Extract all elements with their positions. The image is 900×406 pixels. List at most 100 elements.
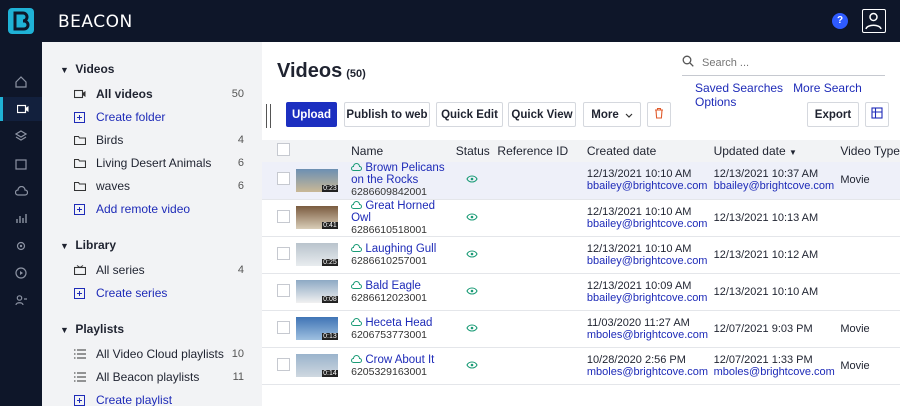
playlists-section-header[interactable]: ▼ Playlists (60, 322, 124, 336)
calendar-icon[interactable] (0, 152, 42, 176)
created-by-link[interactable]: bbailey@brightcove.com (587, 292, 714, 304)
eye-icon (466, 212, 478, 224)
table-row[interactable]: 0:13 Heceta Head 6206753773001 11/03/2020 … (262, 310, 900, 348)
library-section-header[interactable]: ▼ Library (60, 238, 116, 252)
chevron-down-icon: ▼ (60, 65, 69, 75)
analytics-icon[interactable] (0, 206, 42, 230)
row-checkbox[interactable] (262, 273, 296, 311)
updated-by-link[interactable]: mboles@brightcove.com (714, 366, 841, 378)
quick-view-button[interactable]: Quick View (508, 102, 576, 127)
plus-box-icon (74, 203, 96, 215)
video-thumbnail[interactable]: 0:08 (295, 273, 352, 311)
more-dropdown-button[interactable]: More (583, 102, 641, 127)
video-name-link[interactable]: Bald Eagle (351, 280, 456, 292)
sidebar-item-all-series[interactable]: All series 4 (74, 260, 244, 280)
column-header-created-date[interactable]: Created date (586, 140, 714, 162)
publish-to-web-button[interactable]: Publish to web (344, 102, 430, 127)
video-name-link[interactable]: Crow About It (351, 354, 456, 366)
play-circle-icon[interactable] (0, 261, 42, 285)
video-name-link[interactable]: Laughing Gull (351, 243, 456, 255)
video-thumbnail[interactable]: 0:14 (295, 347, 352, 385)
folder-icon (74, 181, 96, 191)
sidebar-item-label: Create folder (96, 110, 166, 124)
sidebar-item-label: All series (96, 263, 145, 277)
created-by-link[interactable]: bbailey@brightcove.com (587, 180, 714, 192)
plus-box-icon (74, 111, 96, 123)
created-by-link[interactable]: mboles@brightcove.com (587, 366, 714, 378)
main-content: Videos(50) Saved SearchesMore Search Opt… (262, 42, 900, 406)
column-header-updated-date[interactable]: Updated date ▼ (713, 140, 841, 162)
cloud-icon[interactable] (0, 179, 42, 203)
row-checkbox[interactable] (262, 162, 296, 200)
settings-gear-icon[interactable] (0, 234, 42, 258)
created-cell: 12/13/2021 10:10 AM bbailey@brightcove.co… (586, 199, 714, 237)
video-thumbnail[interactable]: 0:25 (295, 236, 352, 274)
create-series-link[interactable]: Create series (74, 283, 244, 303)
table-row[interactable]: 0:23 Brown Pelicans on the Rocks 62866098… (262, 162, 900, 200)
video-name-link[interactable]: Brown Pelicans on the Rocks (351, 162, 456, 186)
row-checkbox[interactable] (262, 310, 296, 348)
layers-icon[interactable] (0, 124, 42, 148)
sidebar-item-video-cloud-playlists[interactable]: All Video Cloud playlists 10 (74, 344, 244, 364)
video-thumbnail[interactable]: 0:13 (295, 310, 352, 348)
created-by-link[interactable]: bbailey@brightcove.com (587, 255, 714, 267)
created-by-link[interactable]: mboles@brightcove.com (587, 329, 714, 341)
column-header-name[interactable]: Name (351, 140, 456, 162)
row-checkbox[interactable] (262, 236, 296, 274)
folder-icon (74, 158, 96, 168)
row-checkbox[interactable] (262, 199, 296, 237)
video-type: Movie (840, 359, 870, 372)
videos-nav-icon[interactable] (0, 97, 42, 121)
video-duration: 0:23 (322, 184, 338, 192)
item-count: 11 (232, 371, 244, 383)
sidebar-item-living-desert-animals[interactable]: Living Desert Animals 6 (74, 153, 244, 173)
eye-icon (466, 249, 478, 261)
updated-cell: 12/13/2021 10:37 AM bbailey@brightcove.co… (713, 162, 841, 200)
sidebar-item-label: Birds (96, 133, 124, 147)
add-remote-video-link[interactable]: Add remote video (74, 199, 244, 219)
created-cell: 10/28/2020 2:56 PM mboles@brightcove.com (586, 347, 714, 385)
beacon-logo-icon[interactable] (8, 8, 34, 34)
video-thumbnail[interactable]: 0:41 (295, 199, 352, 237)
item-count: 50 (231, 88, 244, 100)
video-id: 6206753773001 (351, 328, 428, 341)
home-icon[interactable] (0, 70, 42, 94)
sidebar-item-beacon-playlists[interactable]: All Beacon playlists 11 (74, 367, 244, 387)
help-icon[interactable]: ? (832, 13, 848, 29)
cloud-icon (351, 243, 363, 255)
upload-button[interactable]: Upload (286, 102, 337, 127)
table-row[interactable]: 0:08 Bald Eagle 6286612023001 12/13/2021 1… (262, 273, 900, 311)
export-button[interactable]: Export (807, 102, 859, 127)
reference-id-cell (497, 236, 587, 274)
table-row[interactable]: 0:41 Great Horned Owl 6286610518001 12/13/… (262, 199, 900, 237)
video-thumbnail[interactable]: 0:23 (295, 162, 352, 200)
row-checkbox[interactable] (262, 347, 296, 385)
video-count: (50) (346, 68, 366, 80)
quick-edit-button[interactable]: Quick Edit (436, 102, 503, 127)
created-by-link[interactable]: bbailey@brightcove.com (587, 218, 714, 230)
table-row[interactable]: 0:25 Laughing Gull 6286610257001 12/13/202… (262, 236, 900, 274)
delete-button[interactable] (647, 102, 671, 127)
create-folder-link[interactable]: Create folder (74, 107, 244, 127)
videos-section-header[interactable]: ▼ Videos (60, 62, 114, 76)
select-all-checkbox[interactable] (262, 140, 296, 162)
column-header-reference-id[interactable]: Reference ID (497, 140, 587, 162)
updated-by-link[interactable]: bbailey@brightcove.com (714, 180, 841, 192)
column-header-status[interactable]: Status (455, 140, 498, 162)
sidebar-item-waves[interactable]: waves 6 (74, 176, 244, 196)
sidebar-item-birds[interactable]: Birds 4 (74, 130, 244, 150)
video-name-link[interactable]: Heceta Head (351, 317, 456, 329)
video-id: 6286609842001 (351, 186, 428, 199)
saved-searches-link[interactable]: Saved Searches (695, 81, 783, 95)
search-input[interactable] (702, 56, 872, 69)
table-row[interactable]: 0:14 Crow About It 6205329163001 10/28/202… (262, 347, 900, 385)
user-account-icon[interactable] (862, 9, 886, 33)
column-header-video-type[interactable]: Video Type (840, 140, 900, 162)
list-icon (74, 372, 96, 382)
sidebar-item-all-videos[interactable]: All videos 50 (74, 84, 244, 104)
video-name-link[interactable]: Great Horned Owl (351, 200, 456, 224)
create-playlist-link[interactable]: Create playlist (74, 390, 244, 406)
users-icon[interactable] (0, 288, 42, 312)
column-settings-button[interactable] (865, 102, 889, 127)
cloud-icon (351, 162, 363, 174)
